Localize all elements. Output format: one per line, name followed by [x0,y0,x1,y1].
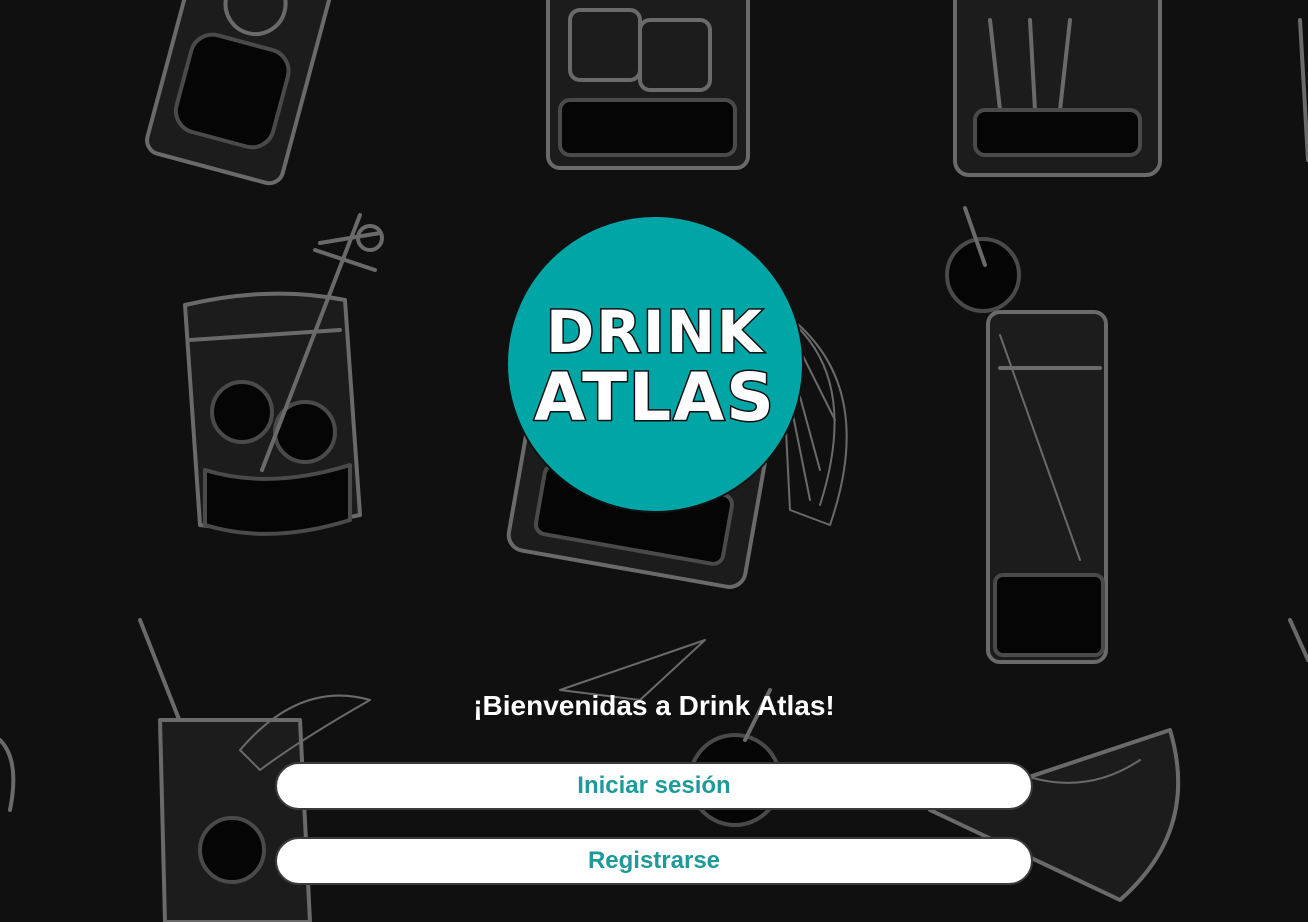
logo-text-line1: DRINK [545,298,764,366]
drink-atlas-logo: DRINK ATLAS [506,215,804,513]
welcome-screen: DRINK ATLAS ¡Bienvenidas a Drink Atlas! … [0,0,1308,922]
register-button-label: Registrarse [587,847,721,874]
login-button[interactable]: Iniciar sesión [275,762,1033,810]
register-button[interactable]: Registrarse [275,837,1033,885]
welcome-heading: ¡Bienvenidas a Drink Atlas! [473,690,835,721]
login-button-label: Iniciar sesión [577,772,731,799]
logo-text-line2: ATLAS [533,359,776,436]
